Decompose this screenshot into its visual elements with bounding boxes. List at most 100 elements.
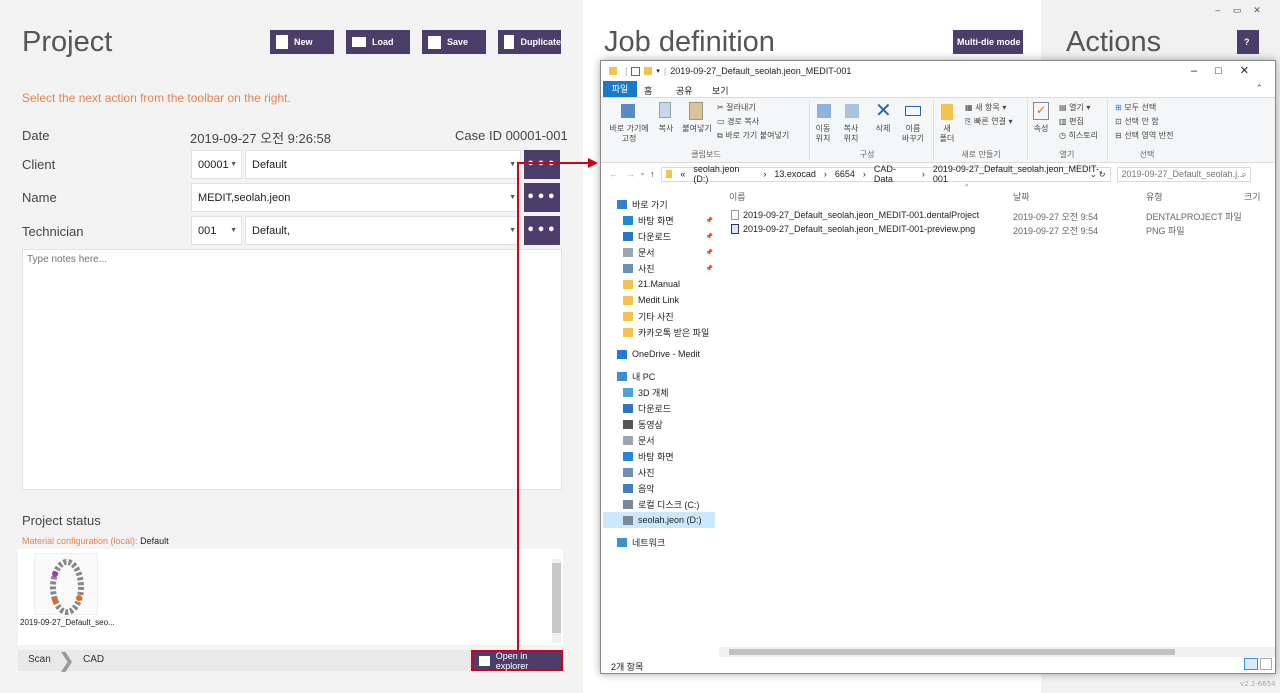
client-id-select[interactable]: 00001 ▼ — [191, 150, 242, 179]
table-row[interactable]: 2019-09-27_Default_seolah.jeon_MEDIT-001… — [721, 208, 1275, 222]
nav-item[interactable]: seolah.jeon (D:) — [603, 512, 715, 528]
client-name-select[interactable]: Default ▼ — [245, 150, 521, 179]
pin-icon[interactable]: 📌 — [706, 249, 713, 256]
nav-item[interactable]: 로컬 디스크 (C:) — [603, 496, 715, 512]
nav-item[interactable]: 사진 — [603, 464, 715, 480]
nav-item[interactable]: 다운로드 — [603, 400, 715, 416]
pin-icon[interactable]: 📌 — [706, 217, 713, 224]
column-name[interactable]: 이름 — [729, 190, 746, 203]
preview-thumbnail[interactable] — [34, 553, 98, 615]
pin-icon[interactable]: 📌 — [706, 265, 713, 272]
status-scrollbar[interactable] — [552, 559, 561, 643]
nav-item[interactable]: 문서 — [603, 432, 715, 448]
help-button[interactable]: ? — [1237, 30, 1259, 54]
nav-item[interactable]: 사진 📌 — [603, 260, 715, 276]
horizontal-scrollbar[interactable] — [719, 647, 1275, 657]
open-in-explorer-button[interactable]: Open in explorer — [471, 650, 563, 671]
crumb-scan[interactable]: Scan — [28, 654, 51, 665]
copy-to-button[interactable]: 복사 위치 — [837, 124, 865, 144]
nav-item[interactable]: 네트워크 — [603, 534, 715, 550]
nav-item[interactable]: 바로 가기 — [603, 196, 715, 212]
client-more-button[interactable]: ••• — [524, 150, 560, 179]
folder-icon — [623, 327, 633, 337]
path-segment[interactable]: CAD-Data — [874, 164, 914, 184]
nav-item[interactable]: 카카오톡 받은 파일 — [603, 324, 715, 340]
scrollbar-thumb[interactable] — [729, 649, 1175, 655]
rename-button[interactable]: 이름 바꾸기 — [899, 124, 927, 144]
address-bar[interactable]: « seolah.jeon (D:) › 13.exocad › 6654 › CAD… — [660, 164, 1111, 184]
duplicate-button[interactable]: Duplicate — [498, 30, 561, 54]
refresh-icon[interactable]: ⌄ ↻ — [1090, 170, 1106, 179]
delete-button[interactable]: 삭제 — [869, 124, 897, 134]
scrollbar-thumb[interactable] — [552, 563, 561, 633]
path-segment[interactable]: 13.exocad — [774, 169, 816, 179]
path-segment[interactable]: seolah.jeon (D:) — [693, 164, 755, 184]
nav-item[interactable]: OneDrive - Medit — [603, 346, 715, 362]
up-icon[interactable]: ↑ — [650, 169, 655, 179]
nav-item[interactable]: 음악 — [603, 480, 715, 496]
tab-file[interactable]: 파일 — [603, 81, 637, 97]
tab-home[interactable]: 홈 — [644, 84, 652, 97]
copy-path-button[interactable]: ▭ 경로 복사 — [717, 117, 759, 127]
nav-item[interactable]: 21.Manual — [603, 276, 715, 292]
load-button[interactable]: Load — [346, 30, 410, 54]
column-date[interactable]: 날짜 — [1013, 190, 1030, 203]
nav-item[interactable]: 기타 사진 — [603, 308, 715, 324]
technician-more-button[interactable]: ••• — [524, 216, 560, 245]
technician-id-select[interactable]: 001 ▼ — [191, 216, 242, 245]
forward-icon[interactable]: → — [626, 169, 635, 179]
paste-button[interactable]: 붙여넣기 — [679, 124, 715, 134]
move-to-button[interactable]: 이동 위치 — [809, 124, 837, 144]
path-segment[interactable]: 2019-09-27_Default_seolah.jeon_MEDIT-001 — [933, 164, 1110, 184]
nav-item[interactable]: 동영상 — [603, 416, 715, 432]
technician-name-select[interactable]: Default, ▼ — [245, 216, 521, 245]
new-folder-qa-icon[interactable] — [644, 67, 653, 75]
new-item-button[interactable]: ▦ 새 항목 ▾ — [965, 103, 1006, 113]
history-button[interactable]: ◷ 히스토리 — [1059, 131, 1098, 141]
properties-qa-icon[interactable] — [631, 66, 641, 76]
select-none-button[interactable]: ⊡ 선택 안 함 — [1115, 117, 1159, 127]
notes-textarea[interactable] — [22, 249, 562, 490]
copy-button[interactable]: 복사 — [653, 124, 679, 134]
properties-button[interactable]: 속성 — [1029, 124, 1053, 134]
nav-item[interactable]: 다운로드 📌 — [603, 228, 715, 244]
nav-item[interactable]: 내 PC — [603, 368, 715, 384]
nav-item[interactable]: Medit Link — [603, 292, 715, 308]
nav-item[interactable]: 3D 개체 — [603, 384, 715, 400]
multi-die-button[interactable]: Multi-die mode — [953, 30, 1023, 54]
recent-icon[interactable]: ▾ — [641, 171, 644, 178]
column-size[interactable]: 크기 — [1244, 190, 1261, 203]
save-button[interactable]: Save — [422, 30, 486, 54]
cut-button[interactable]: ✂ 잘라내기 — [717, 103, 756, 113]
new-folder-button[interactable]: 새 폴더 — [935, 124, 959, 144]
chevron-up-icon[interactable]: ⌃ — [1255, 83, 1263, 94]
nav-item[interactable]: 바탕 화면 📌 — [603, 212, 715, 228]
large-icons-view-icon[interactable] — [1260, 658, 1272, 670]
invert-selection-button[interactable]: ⊟ 선택 영역 반전 — [1115, 131, 1174, 141]
new-button[interactable]: New — [270, 30, 334, 54]
path-segment[interactable]: 6654 — [835, 169, 855, 179]
column-type[interactable]: 유형 — [1146, 190, 1163, 203]
pin-quick-access-button[interactable]: 바로 가기에 고정 — [605, 124, 653, 144]
customize-qa-icon[interactable]: ▾ — [656, 67, 660, 75]
select-all-button[interactable]: ⊞ 모두 선택 — [1115, 103, 1156, 113]
easy-access-button[interactable]: ⎘ 빠른 연결 ▾ — [965, 117, 1013, 127]
app-window-controls[interactable]: ‒▭✕ — [1215, 6, 1273, 16]
open-button[interactable]: ▤ 열기 ▾ — [1059, 103, 1090, 113]
crumb-cad[interactable]: CAD — [83, 654, 104, 665]
name-more-button[interactable]: ••• — [524, 183, 560, 212]
edit-button[interactable]: ▥ 편집 — [1059, 117, 1084, 127]
nav-item[interactable]: 문서 📌 — [603, 244, 715, 260]
table-row[interactable]: 2019-09-27_Default_seolah.jeon_MEDIT-001… — [721, 222, 1275, 236]
explorer-window-controls[interactable]: –□✕ — [1191, 64, 1267, 77]
tab-view[interactable]: 보기 — [712, 84, 729, 97]
details-view-icon[interactable] — [1244, 658, 1258, 670]
search-input[interactable]: 2019-09-27_Default_seolah.j... ⌕ — [1116, 166, 1251, 182]
path-segment[interactable]: « — [680, 169, 685, 179]
nav-item[interactable]: 바탕 화면 — [603, 448, 715, 464]
name-input[interactable]: MEDIT,seolah.jeon ▼ — [191, 183, 521, 212]
paste-shortcut-button[interactable]: ⧉ 바로 가기 붙여넣기 — [717, 131, 789, 141]
back-icon[interactable]: ← — [609, 169, 618, 179]
tab-share[interactable]: 공유 — [676, 84, 693, 97]
pin-icon[interactable]: 📌 — [706, 233, 713, 240]
